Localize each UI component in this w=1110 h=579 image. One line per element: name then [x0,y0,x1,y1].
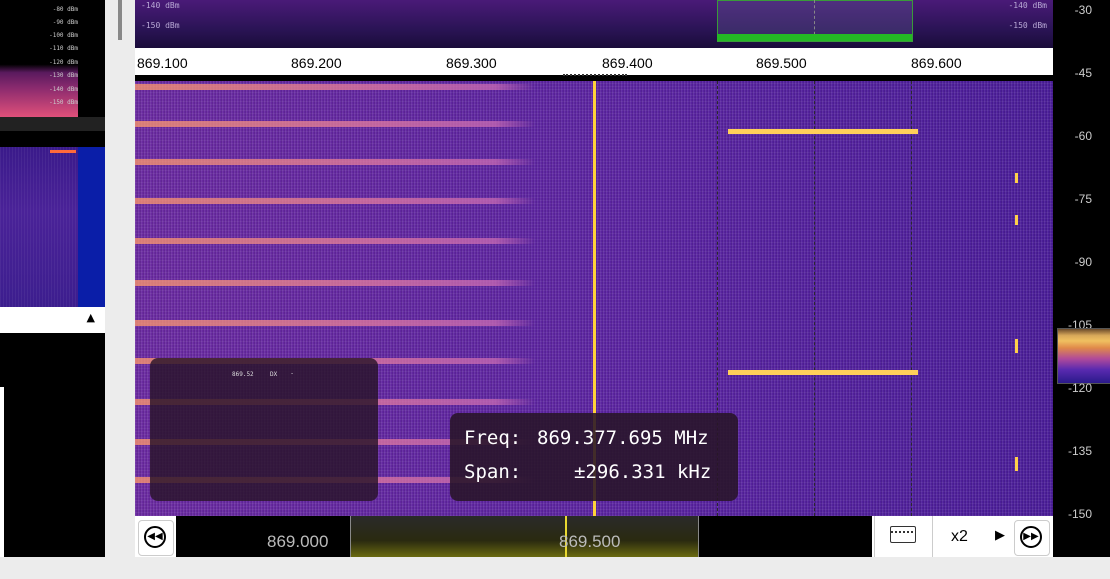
frequency-axis[interactable]: 869.100 869.200 869.300 869.400 869.500 … [135,48,1053,75]
freq-tick: 869.500 [756,55,807,71]
main-view: -140 dBm -150 dBm -140 dBm -150 dBm 869.… [135,0,1053,557]
signal-blip [1015,457,1018,471]
mini-spectrum: -80 dBm -90 dBm -100 dBm -110 dBm -120 d… [0,0,78,117]
scale-label: -75 [1074,192,1092,206]
freq-tick: 869.600 [911,55,962,71]
db-label: -140 dBm [141,1,180,10]
tooltip-span-label: Span: [464,461,522,483]
selection-bandwidth-bar[interactable] [717,34,912,41]
freq-tick: 869.300 [446,55,497,71]
color-gradient-slider[interactable] [1057,328,1110,384]
mini-db-label: -110 dBm [49,45,78,52]
info-overlay: 869.52 DX - [150,358,378,501]
spectrum-plot[interactable]: -140 dBm -150 dBm -140 dBm -150 dBm [135,0,1053,48]
segment-edge [698,516,699,557]
mini-db-label: -130 dBm [49,72,78,79]
scale-label: -120 [1067,381,1092,395]
mini-ruler [0,117,105,131]
collapse-strip[interactable]: ▲ [0,307,105,333]
selection-center-marker [814,81,815,516]
status-strip [0,557,1110,579]
vertical-scrollbar[interactable] [118,0,122,40]
tooltip-freq-label: Freq: [464,427,522,449]
waterfall-stripe [135,84,535,90]
waterfall-stripe [135,280,535,286]
left-bottom-edge [0,387,4,557]
visible-range-segment[interactable] [350,516,698,557]
signal-burst [728,370,918,375]
signal-blip [1015,173,1018,183]
scale-label: -45 [1074,66,1092,80]
keyboard-button[interactable] [874,516,932,557]
scale-label: -90 [1074,255,1092,269]
play-arrow-icon[interactable]: ▶ [995,528,1005,543]
frequency-scroll-track[interactable]: 869.000 869.500 [176,516,872,557]
mini-level-bar [78,147,105,307]
mini-hot-signal [50,150,76,153]
db-scale: -30 -45 -60 -75 -90 -105 -120 -135 -150 [1053,0,1110,557]
rewind-icon[interactable]: ◀◀ [144,526,166,548]
scale-label: -60 [1074,129,1092,143]
left-bottom-panel [0,333,105,557]
mini-db-label: -120 dBm [49,59,78,66]
bottom-toolbar: ◀◀ 869.000 869.500 x2 ▶ ▶▶ [135,516,1053,557]
track-label-left: 869.000 [267,532,329,551]
mini-ruler-gap [0,131,105,147]
tooltip-freq-value: 869.377.695 MHz [537,427,709,449]
waterfall-stripe [135,320,535,326]
db-label: -150 dBm [1008,21,1047,30]
fast-forward-button[interactable]: ▶▶ [1014,520,1050,556]
waterfall-stripe [135,198,535,204]
waterfall-stripe [135,159,535,165]
tooltip-span-value: ±296.331 kHz [574,461,712,483]
signal-blip [1015,215,1018,225]
scale-label: -135 [1067,444,1092,458]
db-label: -140 dBm [1008,1,1047,10]
keyboard-icon[interactable] [890,526,916,543]
waterfall-display[interactable]: 869.52 DX - Freq: 869.377.695 MHz Span: … [135,81,1053,516]
mini-waterfall[interactable] [0,147,78,307]
info-extra: - [291,370,294,377]
waterfall-stripe [135,238,535,244]
scale-label: -150 [1067,507,1092,521]
frequency-tooltip: Freq: 869.377.695 MHz Span: ±296.331 kHz [450,413,738,501]
scale-label: -30 [1074,3,1092,17]
db-label: -150 dBm [141,21,180,30]
left-panel: -80 dBm -90 dBm -100 dBm -110 dBm -120 d… [0,0,105,557]
waterfall-stripe [135,121,535,127]
track-label-center: 869.500 [559,532,621,551]
info-mode: DX [270,371,278,378]
splitter-handle[interactable] [563,74,627,79]
selection-edge-right [911,81,912,516]
freq-tick: 869.400 [602,55,653,71]
mini-db-label: -80 dBm [52,6,78,13]
freq-tick: 869.100 [137,55,188,71]
mini-db-label: -100 dBm [49,32,78,39]
mini-db-label: -140 dBm [49,86,78,93]
freq-tick: 869.200 [291,55,342,71]
signal-blip [1015,339,1018,353]
rewind-button[interactable]: ◀◀ [138,520,174,556]
segment-edge [350,516,351,557]
mini-db-label: -150 dBm [49,99,78,106]
info-frequency: 869.52 [232,371,254,378]
mini-db-label: -90 dBm [52,19,78,26]
zoom-label[interactable]: x2 [951,528,968,546]
collapse-up-icon[interactable]: ▲ [87,311,95,324]
fast-forward-icon[interactable]: ▶▶ [1020,526,1042,548]
signal-burst [728,129,918,134]
zoom-dropdown[interactable]: x2 ▶ [932,516,1013,557]
